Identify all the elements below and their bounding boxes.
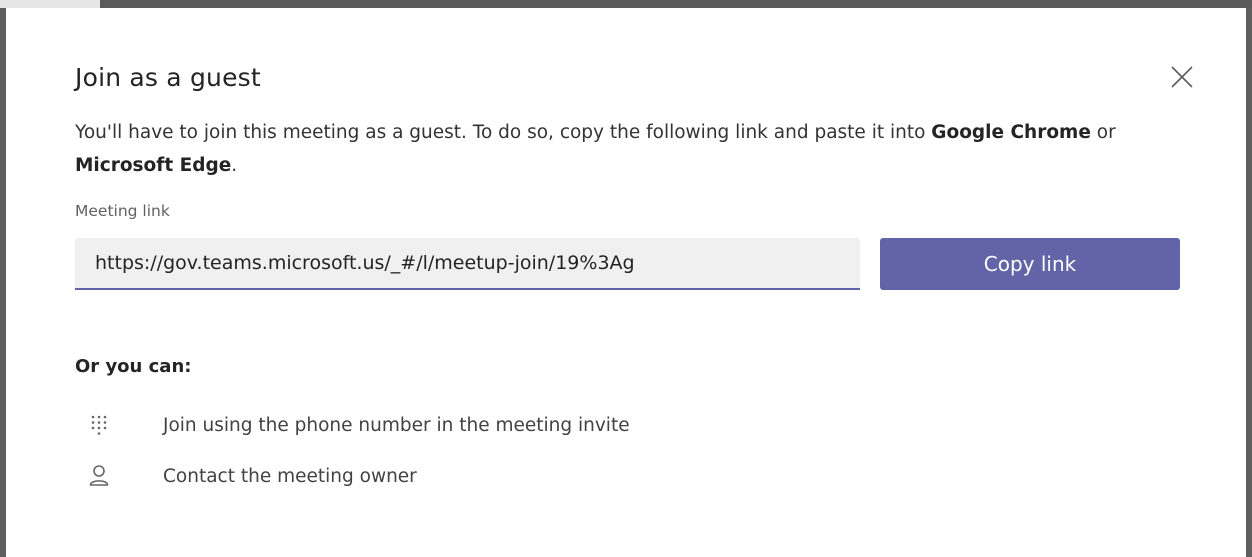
- alternatives-heading: Or you can:: [75, 356, 192, 377]
- meeting-link-input[interactable]: [75, 238, 860, 290]
- close-button[interactable]: [1169, 64, 1195, 90]
- backdrop-strip: [0, 0, 1252, 8]
- description-text-or: or: [1090, 122, 1116, 143]
- option-join-by-phone: Join using the phone number in the meeti…: [86, 410, 630, 440]
- background-tab: [0, 0, 100, 8]
- description-text-start: You'll have to join this meeting as a gu…: [75, 122, 932, 143]
- meeting-link-label: Meeting link: [75, 202, 170, 220]
- option-label: Contact the meeting owner: [163, 465, 417, 487]
- option-label: Join using the phone number in the meeti…: [163, 414, 630, 436]
- dialog-description: You'll have to join this meeting as a gu…: [75, 116, 1175, 182]
- browser-edge: Microsoft Edge: [75, 155, 232, 176]
- close-icon: [1171, 66, 1193, 88]
- join-as-guest-dialog: Join as a guest You'll have to join this…: [6, 8, 1246, 557]
- dialog-title: Join as a guest: [75, 63, 261, 92]
- browser-chrome: Google Chrome: [931, 122, 1091, 143]
- option-contact-owner: Contact the meeting owner: [86, 461, 417, 491]
- person-icon: [86, 463, 112, 489]
- description-text-end: .: [231, 155, 238, 176]
- dialpad-icon: [86, 412, 112, 438]
- copy-link-button[interactable]: Copy link: [880, 238, 1180, 290]
